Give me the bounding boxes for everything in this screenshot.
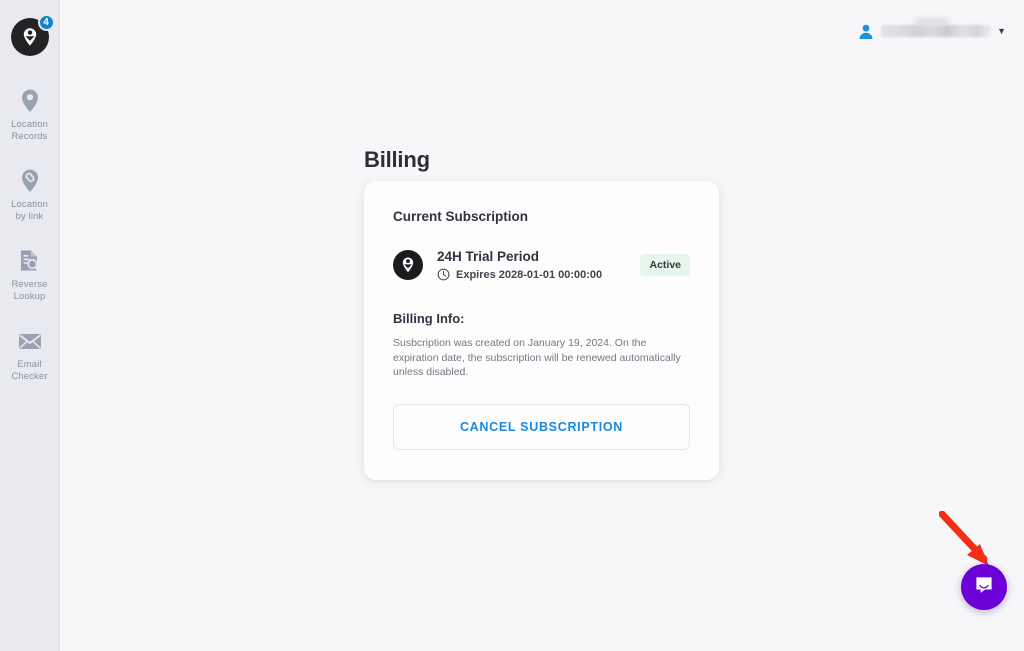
card-title: Current Subscription — [393, 209, 529, 224]
user-avatar-icon — [857, 22, 875, 40]
chevron-down-icon[interactable]: ▼ — [997, 26, 1006, 36]
page-title: Billing — [364, 147, 430, 172]
status-badge: Active — [640, 254, 690, 276]
billing-info-text: Susbcription was created on January 19, … — [393, 337, 681, 378]
pin-link-icon — [17, 168, 43, 194]
plan-expiry-text: Expires 2028-01-01 00:00:00 — [456, 268, 603, 281]
topbar: ▼ — [60, 0, 1024, 62]
chat-widget-button[interactable] — [961, 564, 1007, 610]
sidebar: 4 Location Records Location by link Reve… — [0, 0, 60, 651]
red-arrow-annotation — [939, 511, 989, 566]
sidebar-item-location-records[interactable]: Location Records — [0, 88, 60, 142]
notification-badge: 4 — [37, 14, 55, 31]
main-content: Billing Current Subscription 24H Trial P… — [60, 62, 1024, 651]
plan-name: 24H Trial Period — [437, 249, 540, 264]
sidebar-item-location-by-link[interactable]: Location by link — [0, 168, 60, 222]
map-pin-icon — [17, 88, 43, 114]
sidebar-item-label: Email Checker — [11, 359, 48, 382]
username-redacted — [881, 25, 992, 37]
sidebar-item-email-checker[interactable]: Email Checker — [0, 328, 60, 382]
user-menu[interactable]: ▼ — [857, 22, 1006, 40]
document-search-icon — [17, 248, 43, 274]
sidebar-item-label: Location Records — [11, 119, 48, 142]
cancel-subscription-button[interactable]: CANCEL SUBSCRIPTION — [393, 403, 690, 450]
envelope-icon — [17, 328, 43, 354]
brand-logo[interactable]: 4 — [10, 14, 55, 56]
sidebar-item-label: Reverse Lookup — [11, 279, 48, 302]
clock-icon — [437, 268, 450, 281]
brand-pin-icon — [393, 250, 423, 280]
current-subscription-card: Current Subscription 24H Trial Period Ex… — [364, 181, 719, 480]
plan-row: 24H Trial Period Expires 2028-01-01 00:0… — [393, 249, 690, 281]
sidebar-item-label: Location by link — [11, 199, 48, 222]
plan-text: 24H Trial Period Expires 2028-01-01 00:0… — [437, 249, 640, 281]
sidebar-item-reverse-lookup[interactable]: Reverse Lookup — [0, 248, 60, 302]
billing-info-title: Billing Info: — [393, 311, 465, 326]
chat-bubble-icon — [973, 574, 995, 601]
plan-expiry: Expires 2028-01-01 00:00:00 — [437, 268, 640, 281]
